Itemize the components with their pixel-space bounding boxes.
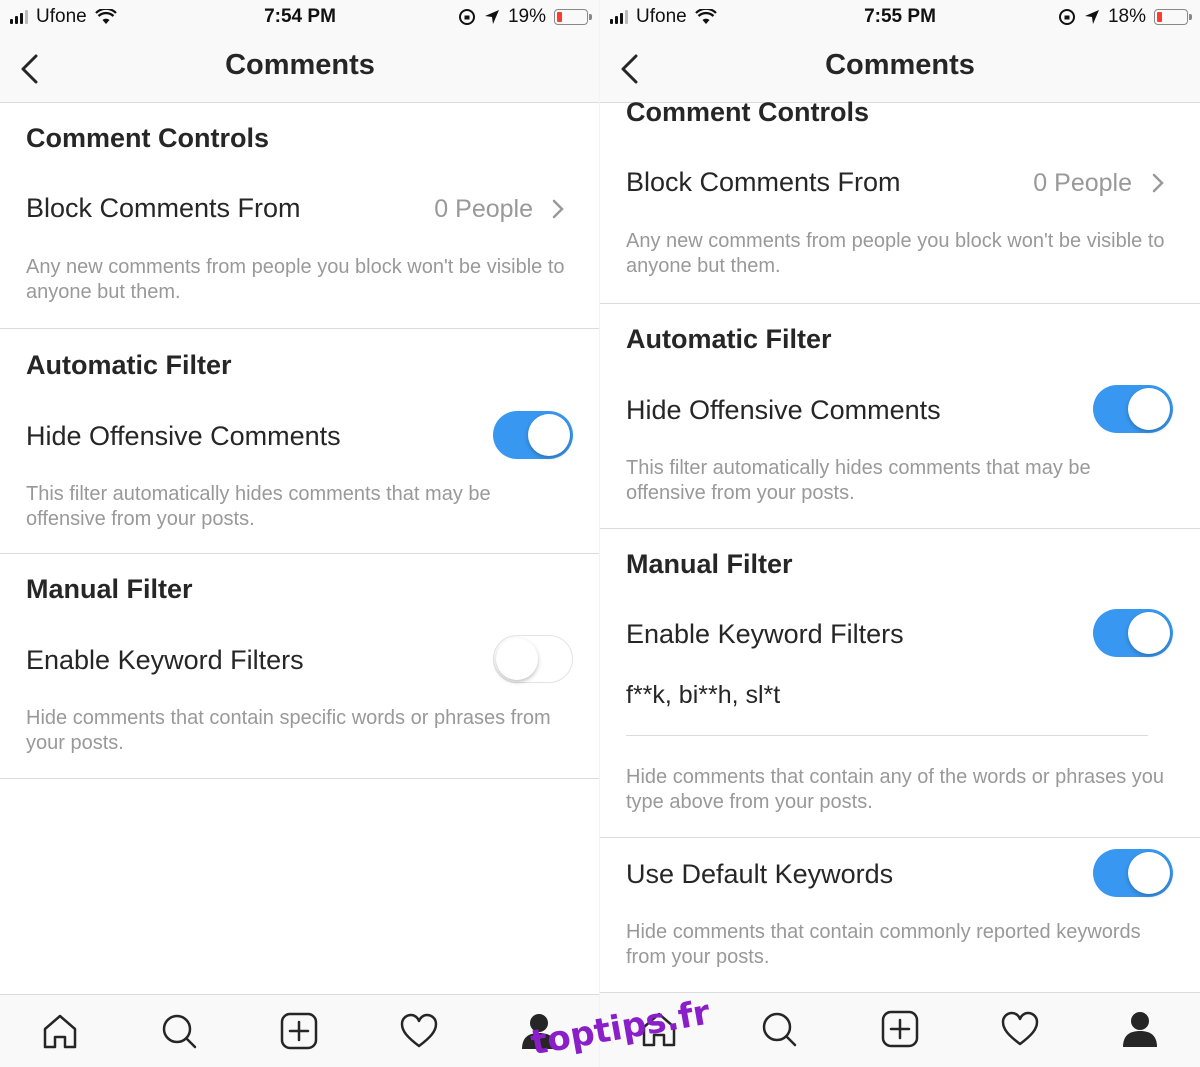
toggle-knob bbox=[1128, 388, 1170, 430]
search-icon[interactable] bbox=[159, 1011, 199, 1051]
section-title-comment-controls: Comment Controls bbox=[626, 97, 869, 127]
default-keywords-label: Use Default Keywords bbox=[626, 859, 894, 889]
toggle-knob bbox=[528, 414, 570, 456]
tab-bar bbox=[0, 994, 600, 1067]
battery-level bbox=[1157, 12, 1162, 22]
screenshot-left: Ufone 7:54 PM 19% Comments Comment Contr… bbox=[0, 0, 600, 1067]
block-comments-count[interactable]: 0 People bbox=[1033, 169, 1132, 198]
hide-offensive-toggle[interactable] bbox=[1093, 385, 1173, 433]
add-post-icon[interactable] bbox=[279, 1011, 319, 1051]
section-divider bbox=[600, 303, 1200, 304]
keyword-filters-toggle[interactable] bbox=[493, 635, 573, 683]
hide-offensive-description: This filter automatically hides comments… bbox=[626, 457, 1091, 504]
hide-offensive-label: Hide Offensive Comments bbox=[626, 395, 941, 425]
keywords-input-underline bbox=[626, 735, 1148, 736]
battery-level bbox=[557, 12, 562, 22]
toggle-knob bbox=[1128, 612, 1170, 654]
battery-percent: 18% bbox=[1107, 6, 1146, 27]
orientation-lock-icon bbox=[1058, 9, 1075, 25]
nav-bar: Comments bbox=[600, 36, 1200, 103]
location-icon bbox=[484, 10, 499, 24]
hide-offensive-toggle[interactable] bbox=[493, 411, 573, 459]
page-title: Comments bbox=[225, 49, 375, 81]
home-icon[interactable] bbox=[40, 1011, 80, 1051]
section-title-automatic-filter: Automatic Filter bbox=[26, 350, 232, 380]
section-divider bbox=[0, 778, 600, 779]
block-comments-row[interactable]: Block Comments From bbox=[626, 167, 901, 198]
block-comments-row[interactable]: Block Comments From bbox=[26, 193, 301, 224]
keywords-input[interactable]: f**k, bi**h, sl*t bbox=[626, 681, 780, 710]
nav-bar: Comments bbox=[0, 36, 600, 103]
toggle-knob bbox=[1128, 852, 1170, 894]
section-title-automatic-filter: Automatic Filter bbox=[626, 324, 832, 354]
default-keywords-toggle[interactable] bbox=[1093, 849, 1173, 897]
toggle-knob bbox=[496, 638, 538, 680]
screenshot-right: Ufone 7:55 PM 18% Comments Comment Contr… bbox=[600, 0, 1200, 1067]
status-bar: Ufone 7:55 PM 18% bbox=[600, 0, 1200, 36]
page-title: Comments bbox=[825, 49, 975, 81]
section-title-manual-filter: Manual Filter bbox=[26, 574, 193, 604]
location-icon bbox=[1084, 10, 1099, 24]
section-title-manual-filter: Manual Filter bbox=[626, 549, 793, 579]
block-comments-description: Any new comments from people you block w… bbox=[26, 256, 565, 303]
chevron-right-icon[interactable] bbox=[550, 198, 566, 220]
keyword-filters-label: Enable Keyword Filters bbox=[26, 645, 304, 675]
chevron-right-icon[interactable] bbox=[1150, 172, 1166, 194]
section-divider bbox=[0, 328, 600, 329]
section-divider bbox=[600, 528, 1200, 529]
section-title-comment-controls: Comment Controls bbox=[26, 123, 269, 153]
battery-percent: 19% bbox=[507, 6, 546, 27]
keyword-filters-toggle[interactable] bbox=[1093, 609, 1173, 657]
orientation-lock-icon bbox=[458, 9, 475, 25]
block-comments-count[interactable]: 0 People bbox=[434, 195, 533, 224]
battery-icon bbox=[1154, 9, 1192, 25]
heart-icon[interactable] bbox=[1000, 1009, 1040, 1049]
heart-icon[interactable] bbox=[399, 1011, 439, 1051]
hide-offensive-label: Hide Offensive Comments bbox=[26, 421, 341, 451]
status-bar: Ufone 7:54 PM 19% bbox=[0, 0, 600, 36]
search-icon[interactable] bbox=[759, 1009, 799, 1049]
add-post-icon[interactable] bbox=[880, 1009, 920, 1049]
default-keywords-description: Hide comments that contain commonly repo… bbox=[626, 921, 1141, 968]
hide-offensive-description: This filter automatically hides comments… bbox=[26, 483, 491, 530]
profile-icon[interactable] bbox=[1120, 1009, 1160, 1049]
battery-icon bbox=[554, 9, 592, 25]
keyword-filters-label: Enable Keyword Filters bbox=[626, 619, 904, 649]
section-divider bbox=[0, 553, 600, 554]
keyword-filters-description: Hide comments that contain specific word… bbox=[26, 707, 551, 754]
block-comments-description: Any new comments from people you block w… bbox=[626, 230, 1165, 277]
keyword-filters-description: Hide comments that contain any of the wo… bbox=[626, 766, 1165, 813]
section-divider bbox=[600, 837, 1200, 838]
